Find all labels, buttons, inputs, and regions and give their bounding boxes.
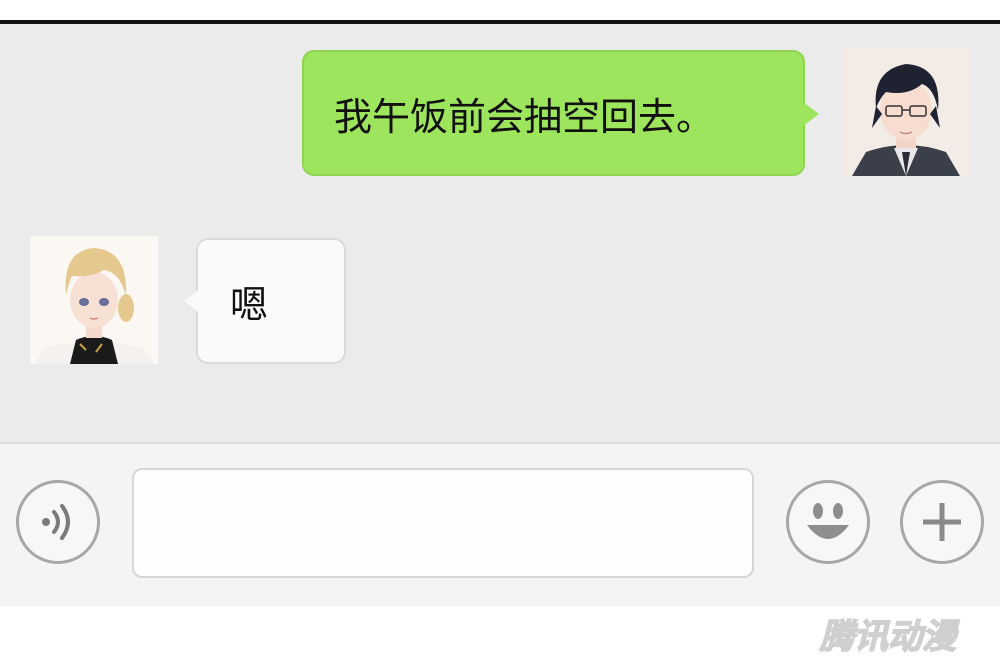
watermark-logo: 腾讯动漫: [818, 610, 978, 658]
message-list[interactable]: 我午饭前会抽空回去。 嗯: [0, 24, 1000, 442]
emoji-button[interactable]: [786, 480, 870, 564]
input-bar: [0, 442, 1000, 606]
message-bubble-outgoing[interactable]: 我午饭前会抽空回去。: [302, 50, 819, 176]
logo-icon: 腾讯动漫: [818, 616, 960, 658]
voice-button[interactable]: [16, 480, 100, 564]
message-text: 我午饭前会抽空回去。: [334, 94, 715, 139]
avatar-male-icon: [842, 48, 970, 176]
more-button[interactable]: [900, 480, 984, 564]
avatar-female-icon: [30, 236, 158, 364]
emoji-icon: [807, 503, 849, 539]
chat-window: 我午饭前会抽空回去。 嗯: [0, 20, 1000, 606]
plus-icon: [923, 503, 961, 541]
bubble-tail: [184, 290, 198, 312]
avatar-contact[interactable]: [30, 236, 158, 364]
message-input[interactable]: [132, 468, 754, 578]
bubble-tail: [803, 102, 819, 126]
avatar-self[interactable]: [842, 48, 970, 176]
svg-text:腾讯动漫: 腾讯动漫: [819, 617, 960, 657]
message-bubble-incoming[interactable]: 嗯: [184, 238, 346, 364]
message-text: 嗯: [230, 282, 269, 327]
voice-icon: [42, 504, 70, 540]
